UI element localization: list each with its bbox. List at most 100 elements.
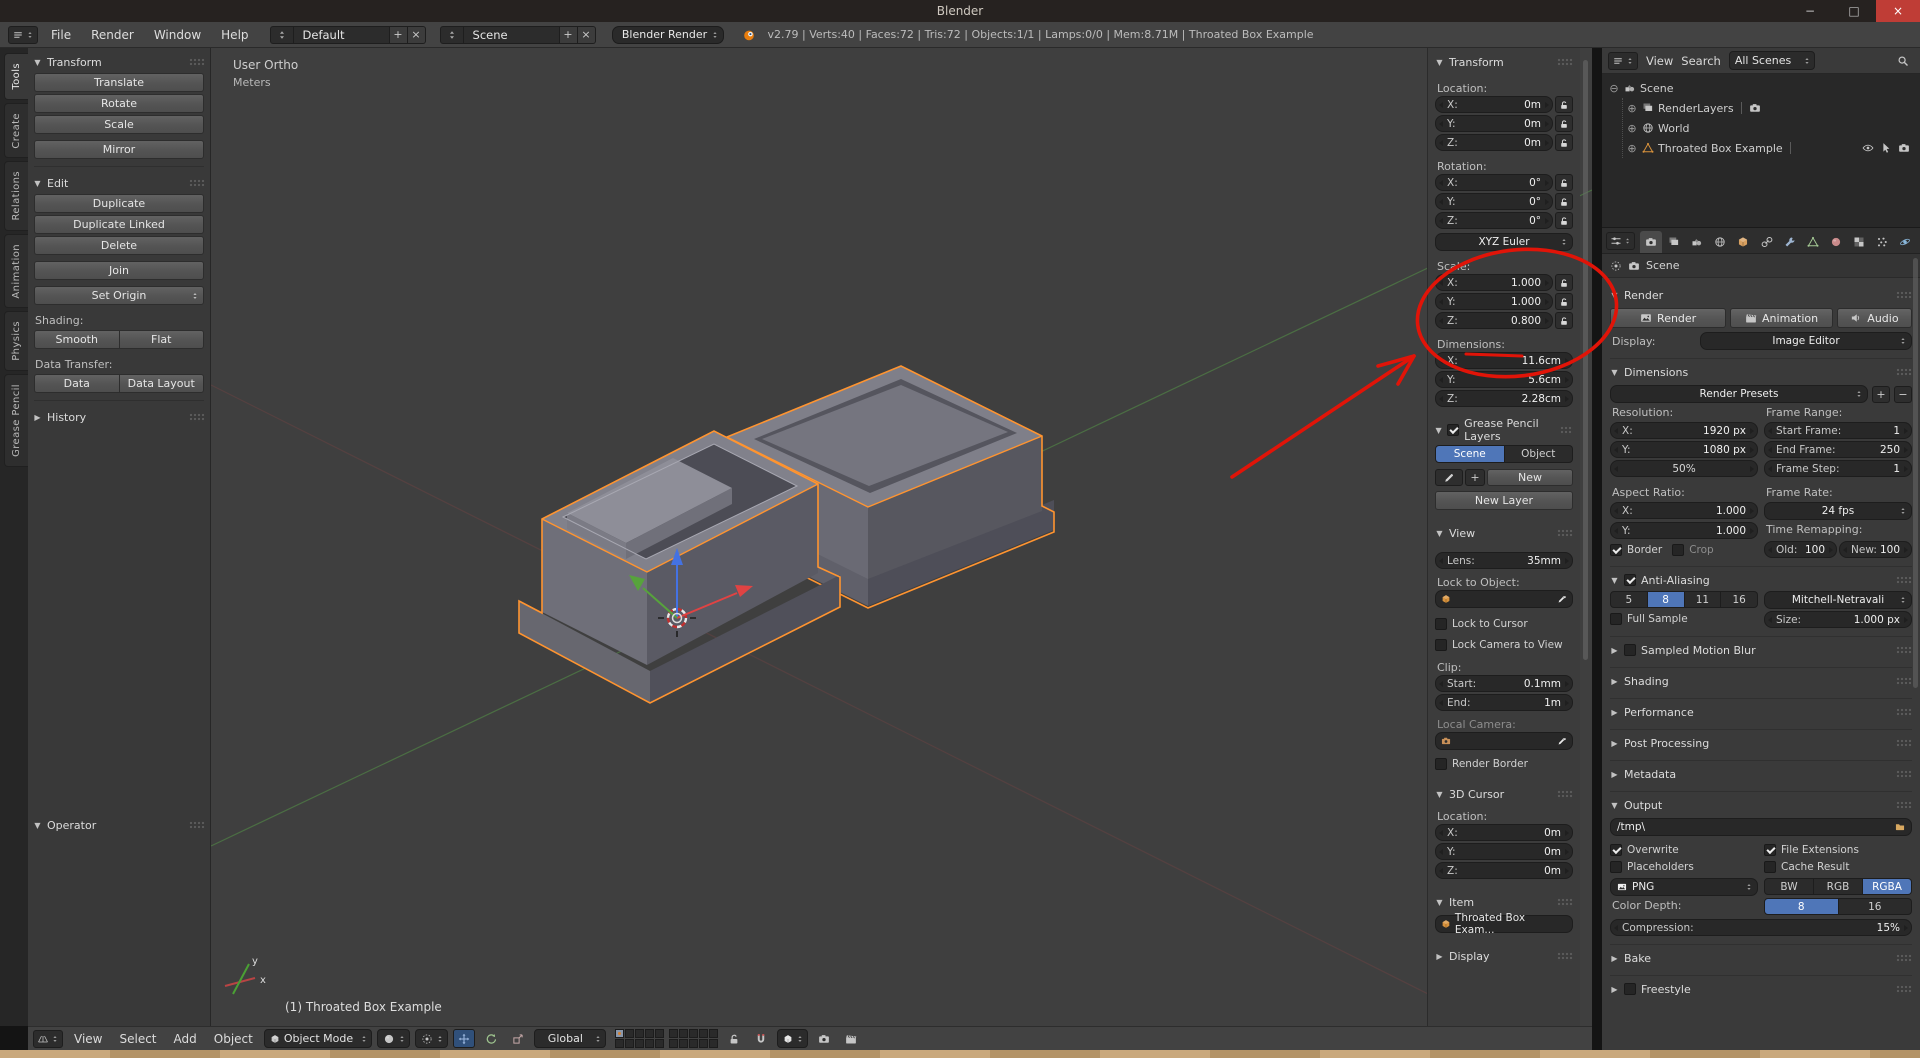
render-display-dropdown[interactable]: Image Editor — [1700, 332, 1912, 350]
lock-rotation-x-button[interactable] — [1555, 174, 1573, 191]
panel-header-transform[interactable]: Transform — [1435, 53, 1573, 71]
tab-scene[interactable] — [1686, 231, 1708, 253]
delete-scene-button[interactable]: × — [577, 25, 596, 44]
layer-cell[interactable] — [688, 1039, 698, 1048]
resolution-x-field[interactable]: X: 1920 px — [1610, 422, 1758, 439]
outliner-search-button[interactable] — [1892, 51, 1914, 70]
editor-type-button[interactable] — [8, 25, 38, 44]
lock-scale-y-button[interactable] — [1555, 293, 1573, 310]
layer-cell[interactable] — [688, 1029, 698, 1038]
layer-cell[interactable] — [644, 1039, 654, 1048]
pivot-point-dropdown[interactable] — [414, 1029, 448, 1048]
remap-new-field[interactable]: New: 100 — [1839, 541, 1912, 558]
editor-type-button[interactable] — [1608, 51, 1638, 70]
renderability-camera-icon[interactable] — [1898, 142, 1910, 154]
tool-tab-relations[interactable]: Relations — [4, 161, 28, 231]
lock-rotation-y-button[interactable] — [1555, 193, 1573, 210]
dimension-x-field[interactable]: X: 11.6cm — [1435, 352, 1573, 369]
tab-physics[interactable] — [1894, 231, 1916, 253]
panel-header-freestyle[interactable]: Freestyle — [1610, 980, 1912, 998]
select-menu[interactable]: Select — [113, 1032, 162, 1046]
depth-8-button[interactable]: 8 — [1764, 898, 1839, 915]
clip-end-field[interactable]: End: 1m — [1435, 694, 1573, 711]
minimize-button[interactable]: − — [1788, 0, 1832, 22]
mode-dropdown[interactable]: Object Mode — [263, 1029, 372, 1048]
data-transfer-layout-button[interactable]: Data Layout — [119, 374, 204, 393]
aa-size-slider[interactable]: Size: 1.000 px — [1764, 611, 1912, 628]
panel-header-item[interactable]: Item — [1435, 893, 1573, 911]
pin-context-icon[interactable] — [1610, 260, 1622, 272]
render-still-button[interactable]: Render — [1610, 308, 1727, 328]
rotate-button[interactable]: Rotate — [34, 94, 204, 113]
layer-cell[interactable] — [708, 1029, 718, 1038]
scale-x-field[interactable]: X: 1.000 — [1435, 274, 1553, 291]
layer-cell[interactable] — [708, 1039, 718, 1048]
render-animation-button[interactable]: Animation — [1730, 308, 1833, 328]
start-frame-field[interactable]: Start Frame: 1 — [1764, 422, 1912, 439]
layer-cell[interactable] — [654, 1039, 664, 1048]
aa-samples-16[interactable]: 16 — [1721, 591, 1758, 608]
outliner-filter-dropdown[interactable]: All Scenes — [1728, 51, 1815, 70]
gp-datablock-browse-button[interactable] — [1435, 469, 1463, 486]
panel-header-render[interactable]: Render — [1610, 286, 1912, 304]
eyedropper-icon[interactable] — [1557, 594, 1567, 604]
aa-samples-5[interactable]: 5 — [1610, 591, 1648, 608]
render-presets-dropdown[interactable]: Render Presets — [1610, 385, 1868, 403]
tool-tab-grease-pencil[interactable]: Grease Pencil — [4, 374, 28, 468]
panel-header-dimensions[interactable]: Dimensions — [1610, 363, 1912, 381]
data-transfer-data-button[interactable]: Data — [34, 374, 120, 393]
render-audio-button[interactable]: Audio — [1836, 308, 1912, 328]
layer-cell[interactable] — [678, 1029, 688, 1038]
tree-item-scene[interactable]: Scene — [1608, 78, 1914, 98]
layer-cell[interactable] — [668, 1029, 678, 1038]
cursor-x-field[interactable]: X: 0m — [1435, 824, 1573, 841]
tab-texture[interactable] — [1848, 231, 1870, 253]
menu-render[interactable]: Render — [84, 28, 141, 42]
dimension-z-field[interactable]: Z: 2.28cm — [1435, 390, 1573, 407]
add-preset-button[interactable]: + — [1872, 385, 1890, 403]
panel-header-history[interactable]: History — [33, 408, 205, 426]
clip-start-field[interactable]: Start: 0.1mm — [1435, 675, 1573, 692]
full-sample-checkbox[interactable]: Full Sample — [1610, 611, 1758, 626]
render-engine-dropdown[interactable]: Blender Render — [611, 25, 724, 44]
scale-z-field[interactable]: Z: 0.800 — [1435, 312, 1553, 329]
placeholders-checkbox[interactable]: Placeholders — [1610, 859, 1758, 874]
tool-tab-animation[interactable]: Animation — [4, 233, 28, 309]
gp-source-object-button[interactable]: Object — [1504, 445, 1573, 463]
add-layout-button[interactable]: + — [389, 25, 408, 44]
panel-header-bake[interactable]: Bake — [1610, 949, 1912, 967]
tab-world[interactable] — [1709, 231, 1731, 253]
gp-source-scene-button[interactable]: Scene — [1435, 445, 1505, 463]
tab-object-data[interactable] — [1802, 231, 1824, 253]
npanel-scrollbar[interactable] — [1583, 60, 1588, 660]
panel-header-grease-pencil[interactable]: Grease Pencil Layers — [1435, 417, 1574, 443]
frame-step-field[interactable]: Frame Step: 1 — [1764, 460, 1912, 477]
manipulator-scale-toggle[interactable] — [507, 1029, 529, 1048]
folder-icon[interactable] — [1895, 822, 1905, 832]
collapse-toggle-icon[interactable] — [1608, 82, 1620, 95]
cache-result-checkbox[interactable]: Cache Result — [1764, 859, 1912, 874]
snap-element-dropdown[interactable] — [776, 1029, 808, 1048]
dimension-y-field[interactable]: Y: 5.6cm — [1435, 371, 1573, 388]
frame-rate-dropdown[interactable]: 24 fps — [1764, 502, 1912, 520]
compression-slider[interactable]: Compression: 15% — [1610, 919, 1912, 936]
tab-material[interactable] — [1825, 231, 1847, 253]
border-checkbox[interactable]: Border — [1610, 542, 1662, 557]
lock-scale-x-button[interactable] — [1555, 274, 1573, 291]
location-x-field[interactable]: X: 0m — [1435, 96, 1553, 113]
add-menu[interactable]: Add — [168, 1032, 203, 1046]
delete-button[interactable]: Delete — [34, 236, 204, 255]
lock-scale-z-button[interactable] — [1555, 312, 1573, 329]
panel-header-view[interactable]: View — [1435, 524, 1573, 542]
layer-cell[interactable] — [678, 1039, 688, 1048]
tree-item-throated-box[interactable]: Throated Box Example — [1626, 138, 1914, 158]
cursor-z-field[interactable]: Z: 0m — [1435, 862, 1573, 879]
mirror-button[interactable]: Mirror — [34, 140, 204, 159]
overwrite-checkbox[interactable]: Overwrite — [1610, 842, 1758, 857]
render-border-checkbox[interactable]: Render Border — [1435, 756, 1573, 771]
browse-scenes-button[interactable] — [439, 25, 464, 44]
viewport-shading-dropdown[interactable] — [376, 1029, 410, 1048]
menu-window[interactable]: Window — [147, 28, 208, 42]
opengl-render-button[interactable] — [813, 1029, 835, 1048]
rotation-mode-dropdown[interactable]: XYZ Euler — [1435, 233, 1573, 251]
